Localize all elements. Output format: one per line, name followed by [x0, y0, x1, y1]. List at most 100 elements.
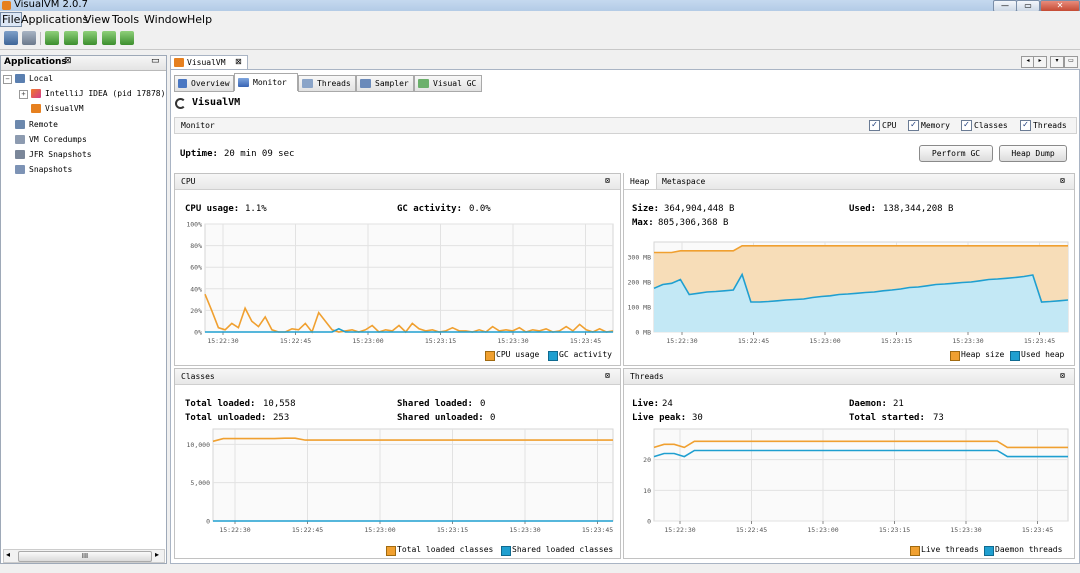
visualvm-tab-icon: [174, 58, 184, 67]
subtab-overview[interactable]: Overview: [174, 75, 234, 92]
sampler-icon: [360, 79, 371, 88]
overview-icon: [178, 79, 187, 88]
document-tab-close-icon[interactable]: ⊠: [235, 57, 242, 66]
total-loaded-legend-label: Total loaded classes: [397, 545, 494, 554]
plot-area: [653, 428, 1069, 522]
classes-chart: 10,000 5,000 0 15:22:30 15:22:45 15:23:00 15:2…: [187, 428, 614, 534]
status-bar: [0, 565, 1080, 573]
menu-applications[interactable]: Applications: [21, 13, 88, 26]
threads-icon: [302, 79, 313, 88]
subtab-strip: Overview Monitor Threads Sampler Visual …: [174, 73, 1074, 92]
threads-panel-header: Threads ⊠: [624, 369, 1074, 385]
cpu-panel: CPU ⊠ CPU usage: 1.1% GC activity: 0.0% …: [174, 173, 621, 366]
subtab-visual-gc[interactable]: Visual GC: [414, 75, 482, 92]
total-loaded-label: Total loaded:: [185, 399, 256, 409]
cpu-checkbox-label: CPU: [882, 121, 897, 130]
y-tick-label: 10: [643, 487, 651, 495]
classes-checkbox[interactable]: ✓: [961, 120, 972, 131]
subtab-overview-label: Overview: [191, 79, 230, 88]
save-snapshot-icon[interactable]: [22, 31, 36, 45]
menu-file[interactable]: File: [0, 12, 23, 27]
document-tab-visualvm[interactable]: VisualVM ⊠: [170, 55, 248, 70]
remote-host-icon: [15, 120, 25, 129]
add-jmx-connection-icon[interactable]: [45, 31, 59, 45]
x-tick-label: 15:23:45: [582, 526, 613, 534]
menu-view[interactable]: View: [84, 13, 110, 26]
visualvm-app-icon: [31, 104, 41, 113]
scroll-thumb[interactable]: III: [18, 551, 152, 562]
jfr-snapshot-icon: [15, 150, 25, 159]
cpu-chart: 100% 80% 60% 40% 20% 0% 15:22:30 15:22:45 15:23:…: [186, 221, 614, 345]
y-tick-label: 60%: [190, 264, 202, 272]
y-tick-label: 0%: [194, 329, 202, 337]
menu-tools[interactable]: Tools: [112, 13, 139, 26]
heap-max-value: 805,306,368 B: [658, 218, 729, 228]
classes-panel-close-icon[interactable]: ⊠: [605, 371, 610, 380]
cpu-usage-label: CPU usage:: [185, 204, 240, 214]
collapse-icon[interactable]: −: [3, 75, 12, 84]
live-threads-legend-swatch: [910, 546, 920, 556]
cpu-panel-close-icon[interactable]: ⊠: [605, 176, 610, 185]
subtab-sampler[interactable]: Sampler: [356, 75, 414, 92]
y-tick-label: 20: [643, 456, 651, 464]
heap-panel-close-icon[interactable]: ⊠: [1060, 176, 1065, 185]
x-tick-label: 15:23:45: [570, 337, 601, 345]
add-remote-host-icon[interactable]: [64, 31, 78, 45]
coredump-icon: [15, 135, 25, 144]
y-tick-label: 100%: [186, 221, 202, 229]
tree-label-intellij: IntelliJ IDEA (pid 17878): [45, 89, 166, 98]
cpu-checkbox[interactable]: ✓: [869, 120, 880, 131]
tab-scroll-right-icon[interactable]: ▸: [1033, 56, 1047, 68]
subtab-monitor[interactable]: Monitor: [234, 73, 298, 91]
x-tick-label: 15:22:30: [666, 337, 697, 345]
window-title-bar[interactable]: VisualVM 2.0.7 — ▭ ✕: [0, 0, 1080, 12]
applications-panel-minimize-icon[interactable]: ▭: [151, 56, 160, 66]
applications-panel-header: Applications ⊠ ▭: [1, 56, 166, 71]
subtab-visual-gc-label: Visual GC: [433, 79, 477, 88]
menu-help[interactable]: Help: [187, 13, 212, 26]
heap-used-value: 138,344,208 B: [883, 204, 954, 214]
live-threads-label: Live:: [632, 399, 660, 409]
maximize-document-icon[interactable]: ▭: [1064, 56, 1078, 68]
scroll-right-icon[interactable]: ▸: [155, 550, 159, 559]
document-area: VisualVM ⊠ ◂ ▸ ▾ ▭ Overview Monitor Thre…: [170, 55, 1080, 564]
app-title: VisualVM: [192, 97, 241, 108]
threads-panel-close-icon[interactable]: ⊠: [1060, 371, 1065, 380]
menu-bar: File Applications View Tools Window Help: [0, 11, 1080, 28]
x-tick-label: 15:23:30: [497, 337, 528, 345]
subtab-monitor-label: Monitor: [253, 78, 287, 87]
heap-size-legend-swatch: [950, 351, 960, 361]
scroll-left-icon[interactable]: ◂: [6, 550, 10, 559]
tree-horizontal-scrollbar[interactable]: ◂ III ▸: [3, 549, 165, 563]
x-tick-label: 15:23:00: [809, 337, 840, 345]
y-tick-label: 80%: [190, 242, 202, 250]
live-peak-label: Live peak:: [632, 413, 687, 423]
menu-window[interactable]: Window: [144, 13, 187, 26]
cpu-usage-value: 1.1%: [245, 204, 267, 214]
heap-dump-toolbar-icon[interactable]: [83, 31, 97, 45]
tree-label-local: Local: [29, 74, 54, 83]
applications-panel-close-icon[interactable]: ⊠: [64, 56, 72, 66]
x-tick-label: 15:22:30: [207, 337, 238, 345]
y-tick-label: 40%: [190, 285, 202, 293]
open-snapshot-icon[interactable]: [4, 31, 18, 45]
expand-icon[interactable]: +: [19, 90, 28, 99]
shared-unloaded-value: 0: [490, 413, 496, 423]
heap-chart: 300 MB 200 MB 100 MB 0 MB 15:22:30 15:22:45 15…: [628, 241, 1069, 345]
tree-label-visualvm: VisualVM: [45, 104, 84, 113]
profiler-snapshot-icon[interactable]: [120, 31, 134, 45]
memory-checkbox[interactable]: ✓: [908, 120, 919, 131]
heap-dump-button[interactable]: Heap Dump: [999, 145, 1067, 162]
threads-panel: Threads ⊠ Live: 24 Live peak: 30 Daemon:…: [623, 368, 1075, 559]
tab-list-icon[interactable]: ▾: [1050, 56, 1064, 68]
x-tick-label: 15:22:45: [738, 337, 769, 345]
threads-chart: 20 10 0 15:22:30 15:22:45 15:23:00 15:23:15 15:…: [643, 428, 1069, 534]
thread-dump-toolbar-icon[interactable]: [102, 31, 116, 45]
monitor-header: Monitor ✓ CPU ✓ Memory ✓ Classes ✓ Threa…: [174, 117, 1077, 134]
heap-tab[interactable]: Heap: [624, 173, 657, 189]
threads-checkbox[interactable]: ✓: [1020, 120, 1031, 131]
perform-gc-button[interactable]: Perform GC: [919, 145, 993, 162]
metaspace-tab[interactable]: Metaspace: [662, 177, 705, 186]
x-tick-label: 15:23:15: [881, 337, 912, 345]
subtab-threads[interactable]: Threads: [298, 75, 356, 92]
